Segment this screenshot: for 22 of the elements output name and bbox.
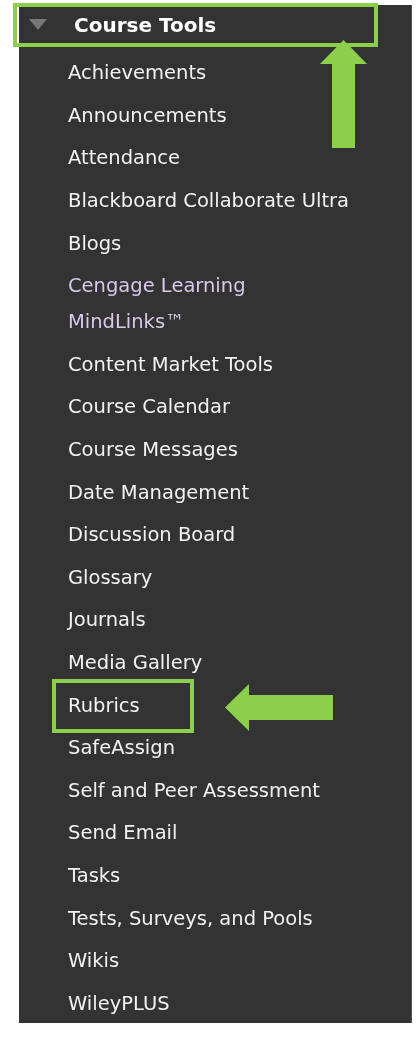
- menu-item[interactable]: Rubrics: [52, 678, 194, 733]
- menu-item[interactable]: WileyPLUS: [64, 981, 174, 1026]
- menu-item[interactable]: Self and Peer Assessment: [64, 768, 324, 813]
- menu-item[interactable]: Achievements: [64, 51, 211, 96]
- menu-item[interactable]: Discussion Board: [64, 513, 240, 558]
- menu-item[interactable]: Date Management: [64, 470, 254, 515]
- menu-item[interactable]: Tests, Surveys, and Pools: [64, 896, 317, 941]
- menu-item[interactable]: Wikis: [64, 939, 124, 984]
- expand-triangle-icon[interactable]: [29, 19, 47, 31]
- section-title[interactable]: Course Tools: [74, 13, 217, 37]
- menu-item[interactable]: Send Email: [64, 811, 182, 856]
- menu-item[interactable]: Course Messages: [64, 428, 242, 473]
- menu-item[interactable]: Attendance: [64, 136, 185, 181]
- menu-item[interactable]: Cengage Learning MindLinks™: [64, 264, 250, 345]
- menu-item[interactable]: Blogs: [64, 221, 126, 266]
- menu-item[interactable]: Glossary: [64, 555, 157, 600]
- menu-item[interactable]: Content Market Tools: [64, 342, 278, 387]
- menu-item[interactable]: Blackboard Collaborate Ultra: [64, 179, 354, 224]
- menu-item[interactable]: Tasks: [64, 854, 125, 898]
- menu-item[interactable]: Course Calendar: [64, 385, 234, 430]
- menu-item[interactable]: Journals: [64, 598, 150, 643]
- menu-item[interactable]: Announcements: [64, 93, 231, 138]
